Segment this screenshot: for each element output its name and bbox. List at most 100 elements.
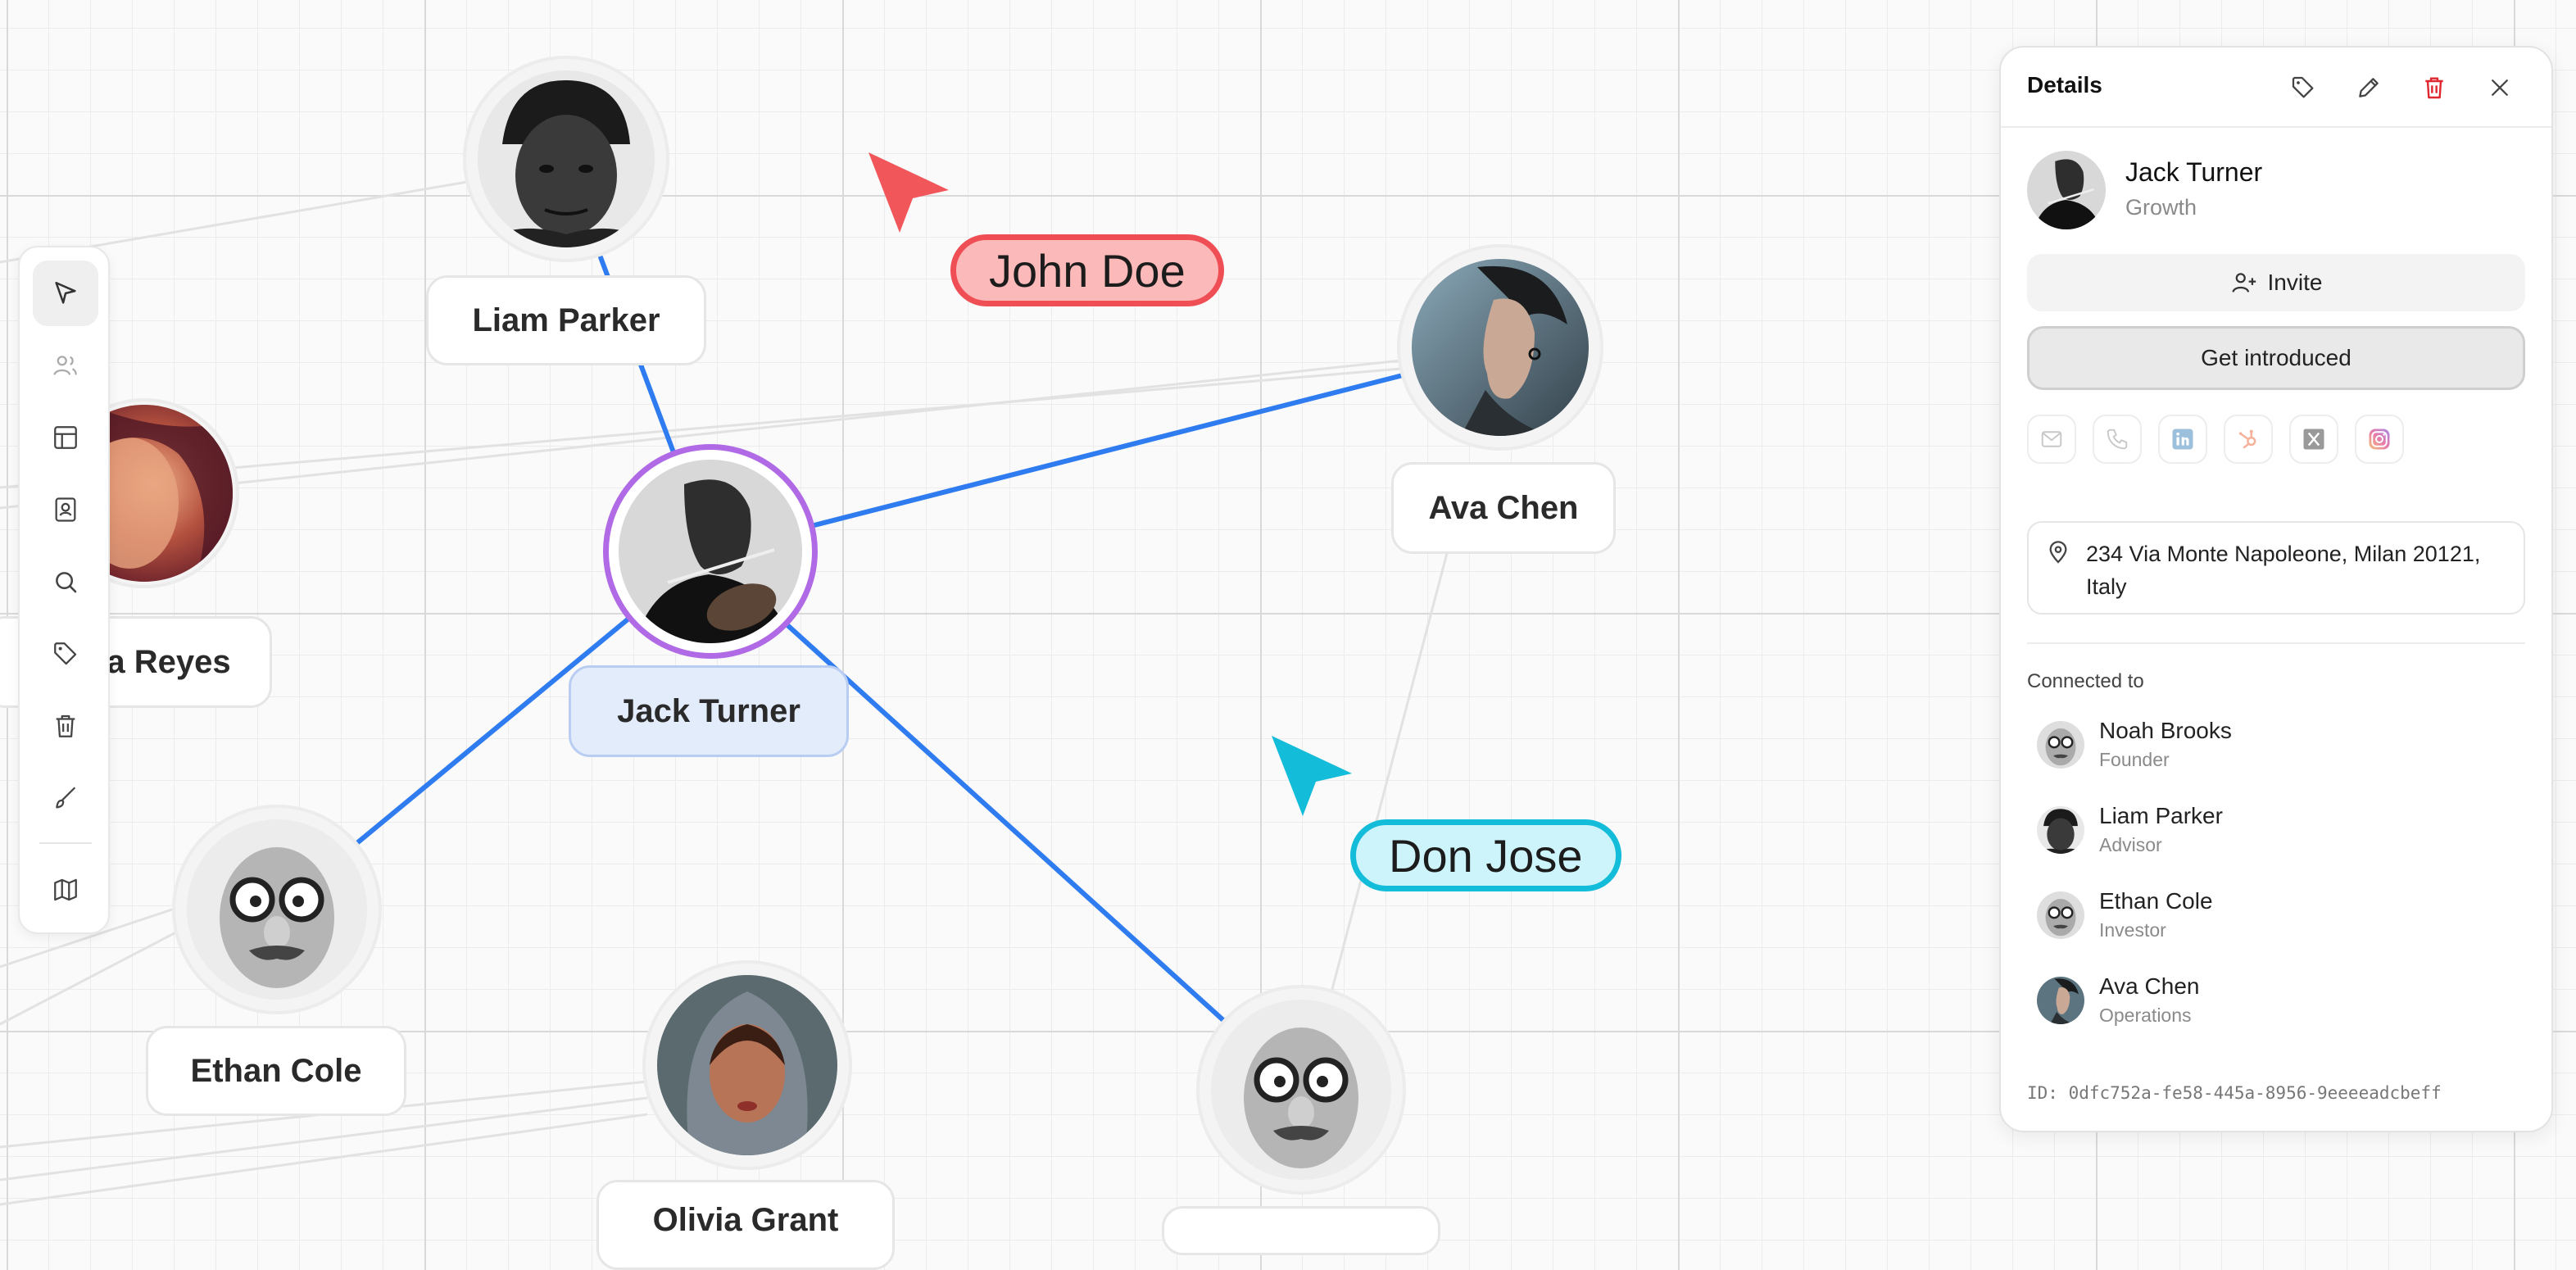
select-icon bbox=[55, 281, 76, 304]
address-text: 234 Via Monte Napoleone, Milan 20121, It… bbox=[2086, 542, 2481, 599]
connection-role: Investor bbox=[2099, 919, 2166, 941]
cursor-label-john: John Doe bbox=[950, 234, 1224, 306]
portrait-image bbox=[2037, 721, 2084, 769]
portrait-image bbox=[657, 975, 837, 1155]
phone-button[interactable] bbox=[2093, 415, 2142, 464]
select-tool[interactable] bbox=[33, 261, 98, 326]
connected-heading: Connected to bbox=[2027, 670, 2144, 692]
instagram-icon bbox=[2369, 429, 2390, 450]
portrait-image bbox=[478, 70, 655, 247]
header-divider bbox=[2001, 126, 2551, 128]
tag-tool[interactable] bbox=[33, 621, 98, 687]
avatar-ava bbox=[1397, 244, 1603, 451]
edge-faint bbox=[0, 924, 189, 1026]
x-logo-icon bbox=[2303, 429, 2324, 450]
connection-item[interactable]: Ava Chen Operations bbox=[2037, 968, 2512, 1042]
map-pin-icon bbox=[2049, 541, 2067, 564]
label-liam[interactable]: Liam Parker bbox=[426, 275, 706, 365]
search-icon bbox=[56, 572, 77, 593]
hubspot-icon bbox=[2238, 429, 2256, 449]
close-icon bbox=[2492, 79, 2508, 96]
search-tool[interactable] bbox=[33, 549, 98, 615]
email-button[interactable] bbox=[2027, 415, 2076, 464]
linkedin-icon bbox=[2172, 429, 2193, 450]
toolbar-divider bbox=[39, 842, 92, 844]
connection-item[interactable]: Ethan Cole Investor bbox=[2037, 883, 2512, 957]
panel-title: Details bbox=[2027, 72, 2102, 98]
brush-icon bbox=[56, 787, 76, 809]
contacts-tool[interactable] bbox=[33, 477, 98, 542]
node-name: Ethan Cole bbox=[190, 1052, 362, 1089]
person-avatar bbox=[2027, 151, 2106, 229]
label-ethan[interactable]: Ethan Cole bbox=[146, 1026, 406, 1116]
cursor-john-icon bbox=[868, 152, 949, 233]
node-name: Olivia Grant bbox=[652, 1202, 839, 1238]
connection-name: Liam Parker bbox=[2099, 803, 2223, 828]
cursor-label-don: Don Jose bbox=[1350, 819, 1621, 891]
table-icon bbox=[54, 426, 77, 449]
portrait-image bbox=[2037, 891, 2084, 939]
avatar-ethan bbox=[172, 805, 382, 1014]
users-icon bbox=[53, 356, 77, 375]
record-id: ID: 0dfc752a-fe58-445a-8956-9eeeeadcbeff bbox=[2027, 1083, 2442, 1103]
contact-card-icon bbox=[55, 497, 76, 522]
connection-role: Founder bbox=[2099, 749, 2170, 770]
portrait-image bbox=[1412, 259, 1589, 436]
person-role: Growth bbox=[2125, 195, 2197, 220]
node-name: Liam Parker bbox=[472, 302, 660, 338]
portrait-image bbox=[619, 460, 802, 643]
connection-name: Noah Brooks bbox=[2099, 718, 2232, 743]
trash-icon bbox=[56, 714, 75, 737]
edge-jack-ava bbox=[809, 373, 1405, 528]
portrait-image bbox=[187, 819, 367, 1000]
portrait-image bbox=[1211, 1000, 1391, 1180]
connection-item[interactable]: Noah Brooks Founder bbox=[2037, 713, 2512, 787]
brush-tool[interactable] bbox=[33, 765, 98, 831]
connection-avatar bbox=[2037, 806, 2084, 854]
hubspot-button[interactable] bbox=[2224, 415, 2273, 464]
avatar-liam bbox=[463, 56, 669, 262]
tag-button[interactable] bbox=[2283, 67, 2324, 108]
connection-item[interactable]: Liam Parker Advisor bbox=[2037, 798, 2512, 872]
edit-button[interactable] bbox=[2348, 67, 2389, 108]
users-tool[interactable] bbox=[33, 333, 98, 398]
trash-icon bbox=[2425, 77, 2443, 99]
linkedin-button[interactable] bbox=[2158, 415, 2207, 464]
map-icon bbox=[54, 878, 77, 901]
connection-avatar bbox=[2037, 721, 2084, 769]
connection-avatar bbox=[2037, 977, 2084, 1024]
connection-role: Advisor bbox=[2099, 834, 2162, 855]
connection-role: Operations bbox=[2099, 1005, 2192, 1026]
user-plus-icon bbox=[2231, 273, 2256, 293]
table-tool[interactable] bbox=[33, 405, 98, 470]
avatar-jack-selected bbox=[603, 444, 818, 659]
avatar-bottom bbox=[1196, 985, 1406, 1195]
label-olivia[interactable]: Olivia Grant bbox=[596, 1180, 895, 1270]
edge-jack-bottom bbox=[784, 622, 1227, 1023]
avatar-olivia bbox=[642, 960, 852, 1170]
tag-icon bbox=[54, 642, 77, 665]
tag-icon bbox=[2292, 76, 2314, 98]
invite-button[interactable]: Invite bbox=[2027, 254, 2525, 311]
details-panel: Details Jack Turner Growth Invite Get in… bbox=[1999, 46, 2553, 1132]
label-bottom[interactable] bbox=[1162, 1206, 1440, 1255]
close-button[interactable] bbox=[2479, 67, 2520, 108]
left-toolbar bbox=[18, 246, 110, 934]
pencil-icon bbox=[2359, 78, 2379, 98]
portrait-image bbox=[2027, 151, 2106, 229]
node-name: Ava Chen bbox=[1428, 489, 1579, 526]
x-button[interactable] bbox=[2289, 415, 2338, 464]
label-ava[interactable]: Ava Chen bbox=[1391, 462, 1616, 554]
portrait-image bbox=[2037, 806, 2084, 854]
label-jack[interactable]: Jack Turner bbox=[569, 665, 849, 757]
phone-icon bbox=[2107, 429, 2128, 450]
section-divider bbox=[2027, 642, 2525, 644]
delete-button[interactable] bbox=[2414, 67, 2455, 108]
instagram-button[interactable] bbox=[2355, 415, 2404, 464]
map-tool[interactable] bbox=[33, 857, 98, 923]
edge-faint bbox=[0, 1113, 648, 1206]
address-box[interactable]: 234 Via Monte Napoleone, Milan 20121, It… bbox=[2027, 521, 2525, 615]
connection-avatar bbox=[2037, 891, 2084, 939]
trash-tool[interactable] bbox=[33, 693, 98, 759]
get-introduced-button[interactable]: Get introduced bbox=[2027, 326, 2525, 390]
